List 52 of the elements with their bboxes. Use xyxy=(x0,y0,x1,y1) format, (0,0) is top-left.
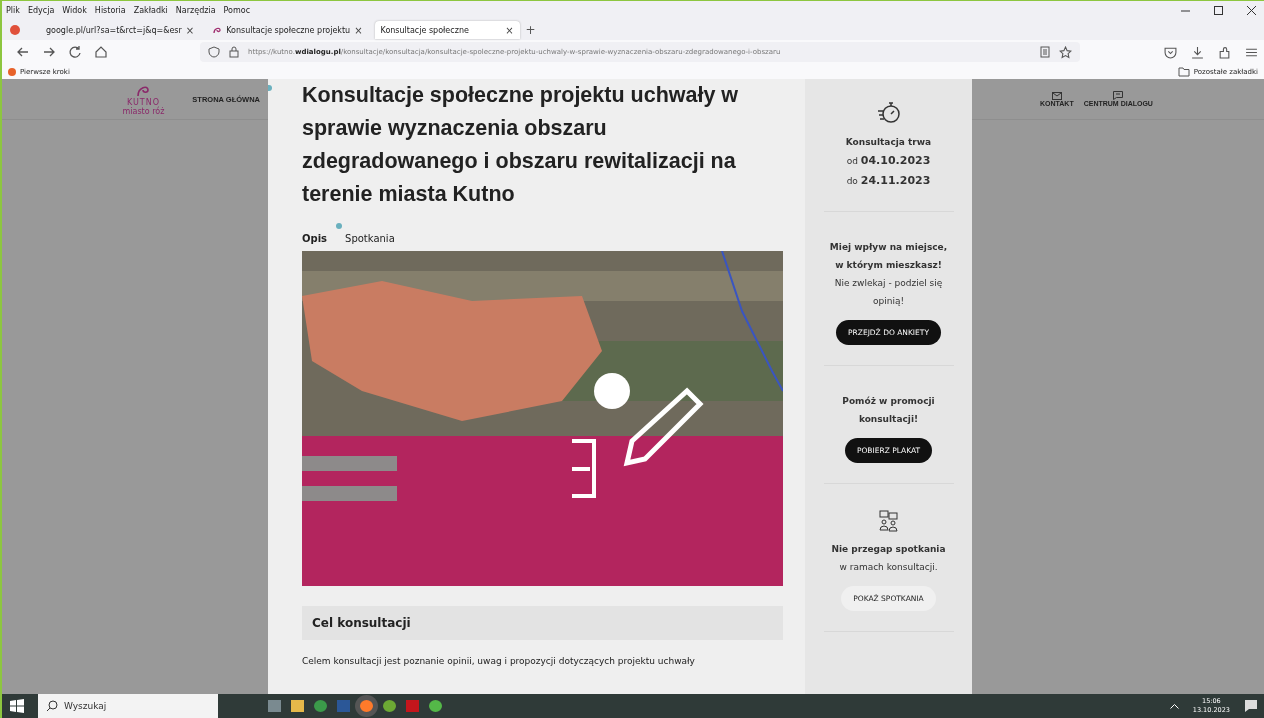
menu-item[interactable]: Zakładki xyxy=(133,6,168,15)
stopwatch-icon xyxy=(875,99,902,125)
close-tab-icon[interactable]: × xyxy=(505,24,514,36)
survey-heading: Miej wpływ na miejsce, w którym mieszkasz! xyxy=(828,241,949,272)
chevron-up-icon[interactable] xyxy=(1169,703,1179,709)
extensions-icon[interactable] xyxy=(1218,45,1231,59)
pocket-icon[interactable] xyxy=(1164,45,1177,59)
menu-item[interactable]: Pomoc xyxy=(223,6,251,15)
close-tab-icon[interactable]: × xyxy=(354,24,363,36)
reload-icon[interactable] xyxy=(68,45,82,59)
bookmark-star-icon[interactable] xyxy=(1059,45,1072,59)
notification-icon[interactable] xyxy=(1244,699,1258,713)
close-icon[interactable] xyxy=(1247,6,1256,15)
date-to: do 24.11.2023 xyxy=(846,173,931,189)
paragraph: Celem konsultacji jest poznanie opinii, uwag i propozycji dotyczących projektu uchwały xyxy=(302,656,696,666)
section-heading: Cel konsultacji xyxy=(312,616,411,630)
page-title: Konsultacje społeczne projektu uchwały w sprawie wyznaczenia obszaru zdegradowanego i obszaru rewitalizacji na terenie miasta Kutno xyxy=(302,82,740,208)
restore-icon[interactable] xyxy=(1214,6,1223,15)
new-tab-icon[interactable]: + xyxy=(525,23,536,37)
browser-tab[interactable]: google.pl/url?sa=t&rct=j&q=&esr × xyxy=(40,21,201,39)
logo-subtitle: miasto róż xyxy=(122,107,165,116)
meetings-heading: Nie przegap spotkania xyxy=(831,543,946,556)
windows-start-icon[interactable] xyxy=(10,699,24,713)
taskbar-search-field[interactable]: Wyszukaj xyxy=(38,694,218,718)
date-from: od 04.10.2023 xyxy=(846,153,931,169)
browser-tab[interactable]: Konsultacje społeczne projektu × xyxy=(206,21,369,39)
menu-item[interactable]: Widok xyxy=(62,6,87,15)
search-icon[interactable] xyxy=(46,700,58,712)
flower-icon xyxy=(212,25,223,35)
survey-text: Nie zwlekaj - podziel się opinią! xyxy=(833,277,944,308)
meetings-text: w ramach konsultacji. xyxy=(839,561,938,574)
menu-item[interactable]: Narzędzia xyxy=(175,6,216,15)
home-icon[interactable] xyxy=(94,45,108,59)
browser-tab[interactable]: Konsultacje społeczne × xyxy=(374,21,520,39)
speech-bubble-icon xyxy=(1113,91,1124,100)
content-tab[interactable]: Spotkania xyxy=(345,233,395,247)
dot-icon xyxy=(336,223,342,229)
download-icon[interactable] xyxy=(1191,45,1204,59)
shield-icon[interactable] xyxy=(208,46,220,58)
menu-item[interactable]: Plik xyxy=(6,6,20,15)
back-icon[interactable] xyxy=(16,45,30,59)
duration-label: Konsultacja trwa xyxy=(845,136,932,149)
lock-icon[interactable] xyxy=(228,46,240,58)
meeting-people-icon xyxy=(878,510,899,532)
menu-item[interactable]: Historia xyxy=(94,6,126,15)
promo-heading: Pomóż w promocji konsultacji! xyxy=(841,395,936,426)
envelope-icon xyxy=(1051,91,1062,100)
forward-icon[interactable] xyxy=(42,45,56,59)
close-tab-icon[interactable]: × xyxy=(185,24,195,36)
reader-view-icon[interactable] xyxy=(1039,45,1051,58)
content-tab[interactable]: Opis xyxy=(302,233,328,247)
menu-item[interactable]: Edycja xyxy=(27,6,55,15)
